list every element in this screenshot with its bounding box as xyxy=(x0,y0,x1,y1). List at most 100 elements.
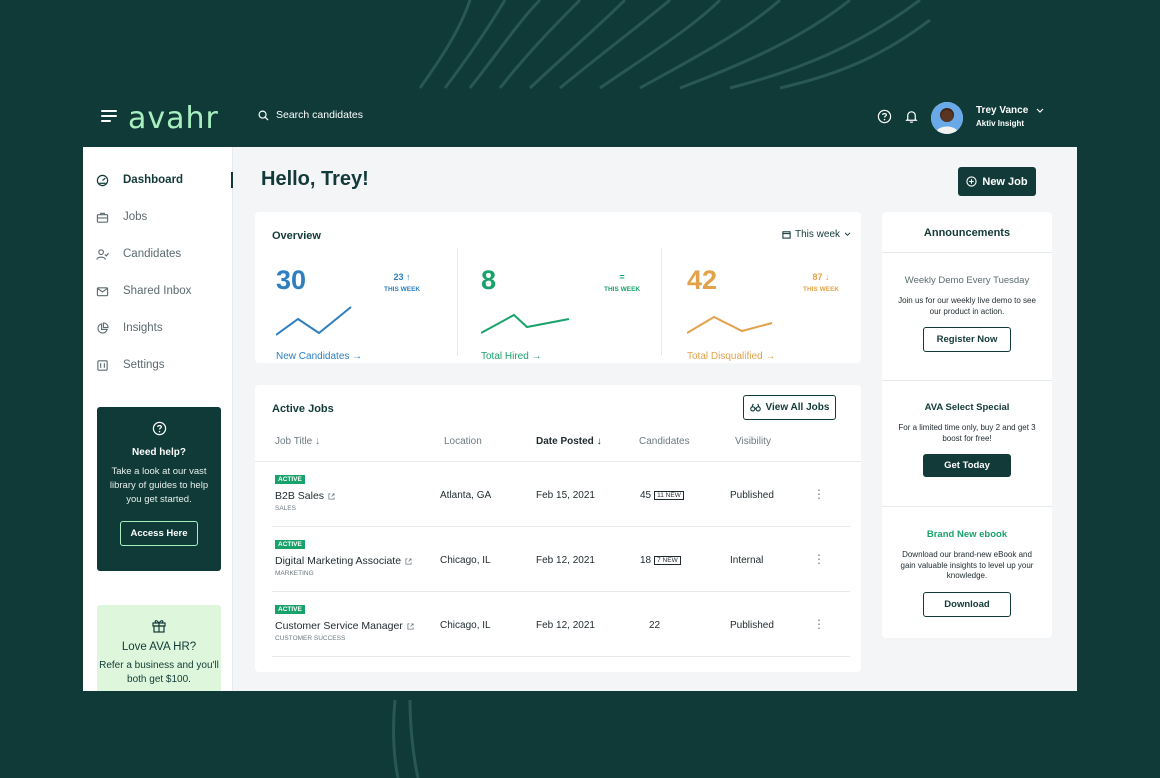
user-check-icon xyxy=(96,248,109,260)
stat-value: 42 xyxy=(687,265,718,295)
avahr-logo[interactable]: avahr xyxy=(128,101,219,136)
external-link-icon xyxy=(407,622,414,630)
plus-circle-icon xyxy=(966,176,978,187)
view-all-jobs-button[interactable]: View All Jobs xyxy=(743,395,836,420)
sidebar-item-insights[interactable]: Insights xyxy=(96,318,233,338)
get-today-button[interactable]: Get Today xyxy=(923,454,1011,477)
new-job-label: New Job xyxy=(982,175,1028,188)
sidebar-item-label: Dashboard xyxy=(123,174,184,186)
search-icon xyxy=(258,110,269,121)
announcement-ava-select: AVA Select Special For a limited time on… xyxy=(882,402,1052,477)
total-disqualified-link[interactable]: Total Disqualified → xyxy=(687,351,775,362)
help-card: Need help? Take a look at our vast libra… xyxy=(97,407,221,571)
job-title-link[interactable]: Customer Service Manager xyxy=(275,620,414,632)
time-filter-dropdown[interactable]: This week xyxy=(782,229,851,240)
job-title-link[interactable]: B2B Sales xyxy=(275,490,335,502)
mail-icon xyxy=(96,286,109,296)
column-header-visibility[interactable]: Visibility xyxy=(735,436,771,447)
column-header-job-title[interactable]: Job Title ↓ xyxy=(275,436,320,447)
stat-delta: 23 ↑ THIS WEEK xyxy=(384,272,421,293)
job-title-link[interactable]: Digital Marketing Associate xyxy=(275,555,412,567)
announcement-weekly-demo: Weekly Demo Every Tuesday Join us for ou… xyxy=(882,275,1052,352)
sparkline-new-candidates xyxy=(276,306,352,336)
user-menu[interactable]: Trey Vance Aktiv Insight xyxy=(976,105,1044,128)
top-bar: avahr Search candidates Trey Vance Aktiv… xyxy=(83,95,1077,147)
new-candidates-link[interactable]: New Candidates → xyxy=(276,351,362,362)
status-badge: ACTIVE xyxy=(275,605,305,614)
chevron-down-icon xyxy=(1036,108,1044,113)
sidebar-item-settings[interactable]: Settings xyxy=(96,355,233,375)
view-all-jobs-label: View All Jobs xyxy=(765,402,830,413)
stat-total-disqualified: 42 87 ↓ THIS WEEK Total Disqualified → xyxy=(687,247,887,362)
avatar[interactable] xyxy=(931,102,963,134)
new-candidates-tag: 11 NEW xyxy=(654,491,684,500)
announcement-heading: AVA Select Special xyxy=(924,402,1010,413)
help-icon[interactable] xyxy=(877,109,892,124)
job-department: SALES xyxy=(275,505,296,512)
gift-icon xyxy=(152,620,166,633)
announcement-heading: Brand New ebook xyxy=(926,529,1008,540)
overview-title: Overview xyxy=(272,230,321,242)
gauge-icon xyxy=(96,174,109,186)
app-frame: Dashboard Jobs Candidates Shared Inbox I… xyxy=(83,147,1077,691)
stat-delta: = THIS WEEK xyxy=(604,272,641,293)
job-location: Chicago, IL xyxy=(440,620,491,631)
announcement-text: Download our brand-new eBook and gain va… xyxy=(900,550,1034,580)
referral-text: Refer a business and you'll both get $10… xyxy=(99,660,219,685)
download-button[interactable]: Download xyxy=(923,591,1011,617)
table-row[interactable]: ACTIVE Customer Service Manager CUSTOMER… xyxy=(272,592,850,657)
job-date-posted: Feb 12, 2021 xyxy=(536,555,595,566)
status-badge: ACTIVE xyxy=(275,540,305,549)
sidebar-item-label: Jobs xyxy=(123,211,148,223)
job-visibility: Published xyxy=(730,620,774,631)
announcement-heading: Weekly Demo Every Tuesday xyxy=(904,275,1030,286)
more-options-icon[interactable]: ⋮ xyxy=(813,552,825,566)
bell-icon[interactable] xyxy=(904,109,919,124)
column-header-date-posted[interactable]: Date Posted ↓ xyxy=(536,436,602,447)
sidebar-item-dashboard[interactable]: Dashboard xyxy=(96,170,233,190)
job-department: MARKETING xyxy=(275,570,314,577)
binoculars-icon xyxy=(749,403,761,412)
sidebar-item-candidates[interactable]: Candidates xyxy=(96,244,233,264)
table-row[interactable]: ACTIVE B2B Sales SALES Atlanta, GA Feb 1… xyxy=(272,462,850,527)
sidebar-item-jobs[interactable]: Jobs xyxy=(96,207,233,227)
search-placeholder: Search candidates xyxy=(276,109,363,121)
overview-card: Overview This week 30 23 ↑ THIS WEEK New … xyxy=(255,212,861,363)
register-now-button[interactable]: Register Now xyxy=(923,327,1011,352)
pie-chart-icon xyxy=(97,321,109,334)
announcements-card: Announcements Weekly Demo Every Tuesday … xyxy=(882,212,1052,638)
chevron-down-icon xyxy=(844,232,851,237)
more-options-icon[interactable]: ⋮ xyxy=(813,487,825,501)
divider xyxy=(882,380,1052,381)
sidebar-item-shared-inbox[interactable]: Shared Inbox xyxy=(96,281,233,301)
announcement-text: For a limited time only, buy 2 and get 3… xyxy=(898,423,1036,443)
divider xyxy=(882,506,1052,507)
total-hired-link[interactable]: Total Hired → xyxy=(481,351,542,362)
job-candidates[interactable]: 22 xyxy=(649,620,660,631)
job-department: CUSTOMER SUCCESS xyxy=(275,635,346,642)
hamburger-menu-icon[interactable] xyxy=(101,110,117,124)
sparkline-total-hired xyxy=(481,313,570,334)
external-link-icon xyxy=(405,557,412,565)
help-circle-icon xyxy=(152,421,166,436)
referral-title: Love AVA HR? xyxy=(121,641,197,653)
sidebar-item-label: Shared Inbox xyxy=(123,285,192,297)
more-options-icon[interactable]: ⋮ xyxy=(813,617,825,631)
announcements-title: Announcements xyxy=(923,227,1011,239)
access-here-button[interactable]: Access Here xyxy=(120,521,198,546)
calendar-icon xyxy=(782,231,791,239)
new-job-button[interactable]: New Job xyxy=(958,167,1036,196)
table-row[interactable]: ACTIVE Digital Marketing Associate MARKE… xyxy=(272,527,850,592)
job-candidates[interactable]: 18 7 NEW xyxy=(640,555,681,566)
user-name: Trey Vance xyxy=(976,105,1029,116)
time-filter-label: This week xyxy=(794,229,840,240)
column-header-location[interactable]: Location xyxy=(444,436,482,447)
search-input[interactable]: Search candidates xyxy=(258,109,363,121)
status-badge: ACTIVE xyxy=(275,475,305,484)
job-candidates[interactable]: 45 11 NEW xyxy=(640,490,684,501)
column-header-candidates[interactable]: Candidates xyxy=(639,436,690,447)
announcement-ebook: Brand New ebook Download our brand-new e… xyxy=(882,529,1052,617)
divider xyxy=(882,252,1052,253)
active-jobs-card: Active Jobs View All Jobs Job Title ↓ Lo… xyxy=(255,385,861,672)
briefcase-icon xyxy=(96,212,109,223)
